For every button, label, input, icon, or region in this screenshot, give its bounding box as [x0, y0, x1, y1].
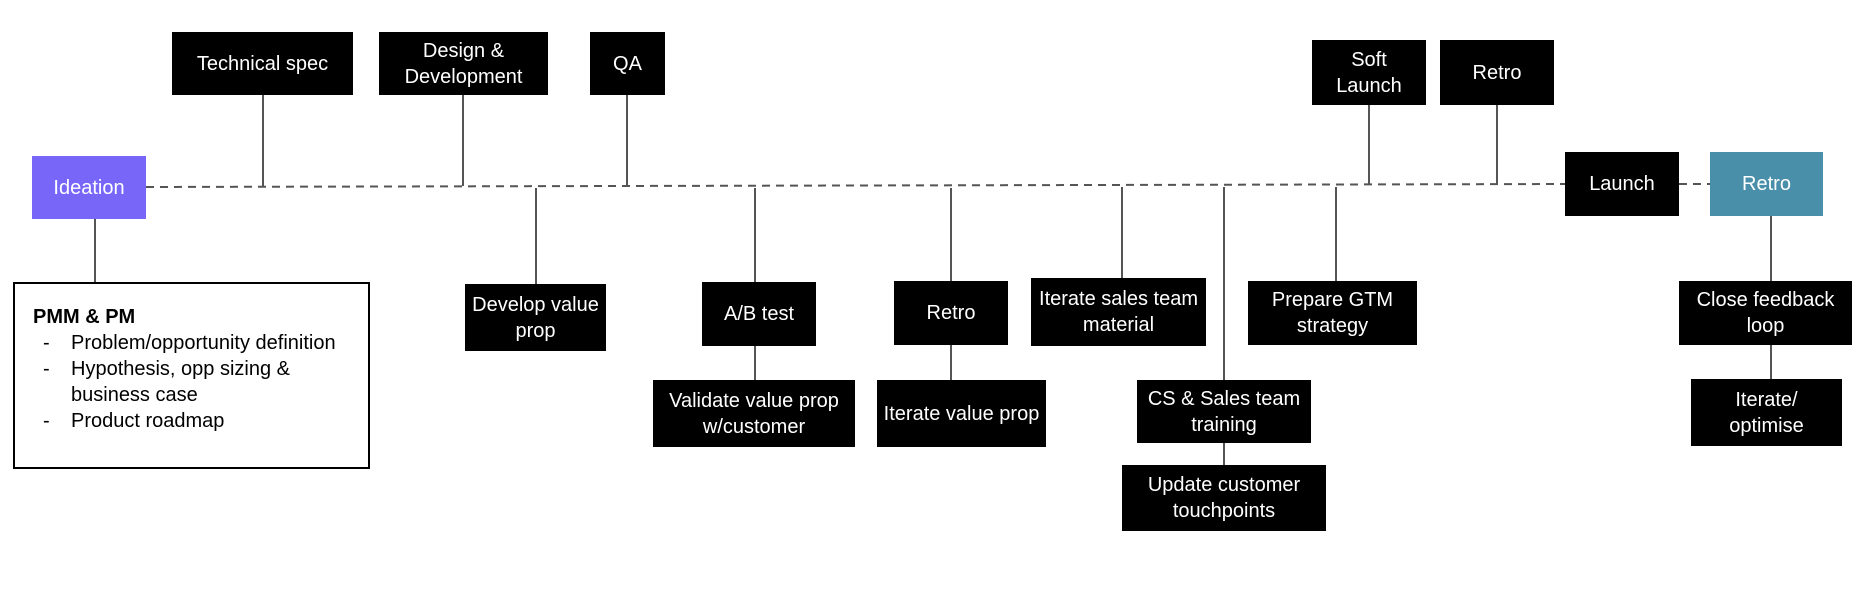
prepare-gtm-box: Prepare GTM strategy — [1248, 281, 1417, 345]
design-development-box: Design & Development — [379, 32, 548, 95]
ab-test-box: A/B test — [702, 282, 816, 346]
timeline — [145, 183, 1566, 188]
ideation-box: Ideation — [32, 156, 146, 219]
close-feedback-loop-box: Close feedback loop — [1679, 281, 1852, 345]
technical-spec-box: Technical spec — [172, 32, 353, 95]
final-retro-box: Retro — [1710, 152, 1823, 216]
iterate-value-prop-box: Iterate value prop — [877, 380, 1046, 447]
note-item: Hypothesis, opp sizing & business case — [33, 356, 350, 408]
note-item: Problem/opportunity definition — [33, 330, 350, 356]
qa-box: QA — [590, 32, 665, 95]
retro-top-box: Retro — [1440, 40, 1554, 105]
update-touchpoints-box: Update customer touchpoints — [1122, 465, 1326, 531]
soft-launch-box: Soft Launch — [1312, 40, 1426, 105]
launch-box: Launch — [1565, 152, 1679, 216]
note-item: Product roadmap — [33, 408, 350, 434]
develop-value-prop-box: Develop value prop — [465, 284, 606, 351]
pmm-pm-note: PMM & PM Problem/opportunity definition … — [13, 282, 370, 469]
note-title: PMM & PM — [33, 306, 136, 328]
iterate-optimise-box: Iterate/ optimise — [1691, 379, 1842, 446]
retro-mid-box: Retro — [894, 281, 1008, 345]
cs-sales-training-box: CS & Sales team training — [1137, 380, 1311, 443]
validate-value-prop-box: Validate value prop w/customer — [653, 380, 855, 447]
iterate-sales-material-box: Iterate sales team material — [1031, 278, 1206, 346]
